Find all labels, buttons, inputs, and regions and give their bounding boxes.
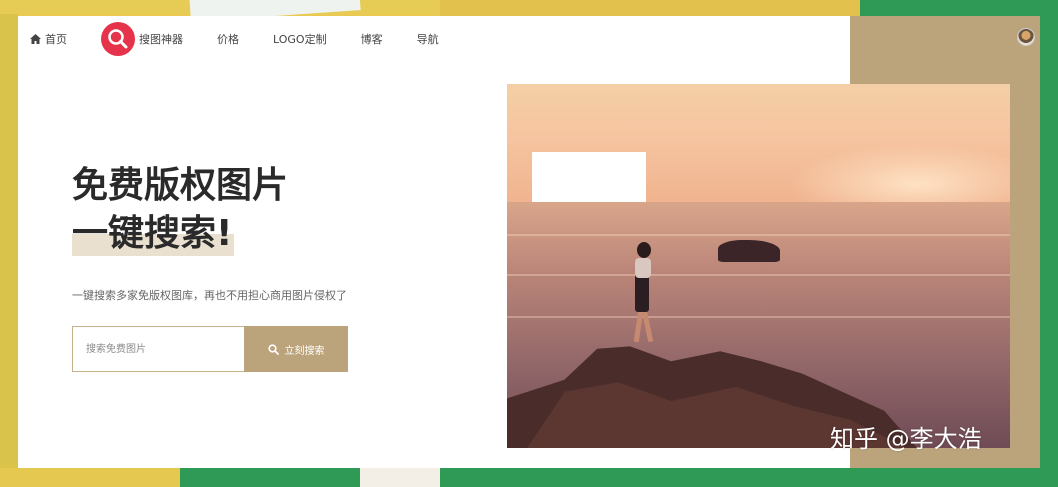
- search-button-label: 立刻搜索: [284, 345, 325, 357]
- background-yellow-band: [440, 0, 860, 16]
- house-icon: [30, 34, 41, 44]
- nav-navigation[interactable]: 导航: [417, 31, 439, 47]
- sea-reflection: [507, 274, 1010, 276]
- nav-logo-custom[interactable]: LOGO定制: [273, 31, 327, 47]
- magnifier-icon: [101, 22, 135, 56]
- nav-blog[interactable]: 博客: [361, 31, 383, 47]
- nav-price[interactable]: 价格: [217, 31, 239, 47]
- hero-photo: [507, 84, 1010, 448]
- nav-home[interactable]: 首页: [30, 31, 67, 47]
- photo-person-top: [635, 258, 651, 278]
- watermark: 知乎 @李大浩: [830, 425, 982, 453]
- hero-subtitle: 一键搜索多家免版权图库，再也不用担心商用图片侵权了: [72, 289, 347, 302]
- photo-islet: [718, 240, 780, 262]
- top-nav: 首页 搜图神器 价格 LOGO定制 博客 导航: [30, 22, 473, 56]
- hero-title-line2: 一键搜索!: [72, 213, 233, 254]
- background-left-strip: [0, 0, 18, 487]
- hero-title: 免费版权图片 一键搜索!: [72, 162, 288, 258]
- hero-title-line2-wrap: 一键搜索!: [72, 210, 234, 258]
- background-bottom-yellow: [0, 468, 180, 487]
- nav-logo-label: 搜图神器: [139, 33, 183, 46]
- sea-reflection: [507, 234, 1010, 236]
- search-input[interactable]: [72, 326, 245, 372]
- search-button[interactable]: 立刻搜索: [244, 326, 348, 372]
- nav-home-label: 首页: [45, 33, 67, 46]
- hero-title-line1: 免费版权图片: [72, 165, 289, 206]
- redaction-patch: [532, 152, 646, 202]
- avatar[interactable]: [1017, 28, 1035, 46]
- search-icon: [267, 343, 279, 355]
- sea-reflection: [507, 316, 1010, 318]
- nav-logo[interactable]: 搜图神器: [101, 22, 183, 56]
- photo-person-head: [637, 242, 651, 258]
